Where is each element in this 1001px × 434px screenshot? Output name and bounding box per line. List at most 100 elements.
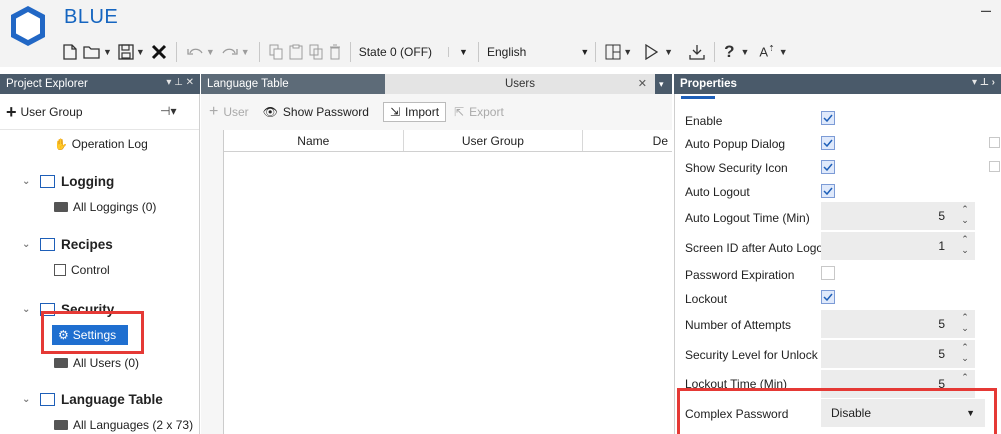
properties-panel: Enable Auto Popup Dialog Show Security I… [674,94,1001,434]
security-level-value: 5 [938,347,945,361]
spinner-arrows-icon[interactable]: ⌃ ⌄ [959,342,971,364]
open-file-button[interactable]: ▼ [80,40,115,64]
delete-button[interactable] [326,40,344,64]
toolbar-divider [595,42,597,62]
folder-icon [54,420,68,430]
save-icon [118,44,134,60]
help-button[interactable]: ? ▼ [721,40,752,64]
screen-id-stepper[interactable]: 1 ⌃ ⌄ [821,232,975,260]
layout-button[interactable]: ▼ [602,40,635,64]
folder-icon [54,202,68,212]
duplicate-icon [309,44,323,60]
panel-controls-icon[interactable]: ▾ ⊥ › [972,77,995,88]
add-user-group-label: User Group [20,104,83,119]
tree-label: Logging [61,174,115,189]
tab-list-button[interactable]: ▾ [655,74,672,94]
tree-label: All Languages (2 x 73) [73,418,194,432]
add-user-button[interactable]: + User [209,103,249,121]
export-button[interactable]: ⇱ Export [454,105,504,119]
close-project-button[interactable] [148,40,170,64]
prop-lockout-label: Lockout [685,292,728,306]
app-title: BLUE [64,6,119,28]
tab-close-icon[interactable]: ✕ [638,77,647,90]
security-level-stepper[interactable]: 5 ⌃ ⌄ [821,340,975,368]
run-button[interactable]: ▼ [641,40,676,64]
import-icon: ⇲ [389,105,401,119]
save-button[interactable]: ▼ [115,40,148,64]
prop-enable-label: Enable [685,114,723,128]
tree-item-all-users[interactable]: All Users (0) [54,356,139,370]
download-button[interactable] [686,40,708,64]
import-button[interactable]: ⇲ Import [382,102,447,122]
app-header: BLUE – ▼ ▼ ▼ ▼ State 0 (OFF) ▼ English ▼… [0,0,1001,67]
language-select[interactable]: English ▼ [477,42,590,62]
operation-log-icon: ✋ [54,138,68,151]
enable-checkbox[interactable] [821,111,835,125]
auto-popup-checkbox[interactable] [821,136,835,150]
spinner-arrows-icon[interactable]: ⌃ ⌄ [959,234,971,256]
number-of-attempts-stepper[interactable]: 5 ⌃ ⌄ [821,310,975,338]
tab-users[interactable]: Users ✕ [385,74,655,94]
logging-icon [40,175,55,188]
spinner-arrows-icon[interactable]: ⌃ ⌄ [959,312,971,334]
prop-auto-logout-time-label: Auto Logout Time (Min) [685,211,810,225]
spinner-arrows-icon[interactable]: ⌃ ⌄ [959,204,971,226]
app-logo-icon [8,4,48,48]
chevron-down-icon: ▼ [740,47,750,57]
copy-button[interactable] [266,40,286,64]
tree-item-all-languages[interactable]: All Languages (2 x 73) [54,418,193,432]
state-select[interactable]: State 0 (OFF) ▼ [349,42,468,62]
language-select-value: English [486,45,527,59]
copy-icon [269,44,283,60]
play-icon [645,44,659,60]
users-table: Name User Group De [223,130,672,434]
font-size-button[interactable]: A⇡ ▼ [756,40,790,64]
auto-logout-checkbox[interactable] [821,184,835,198]
undo-icon [187,48,203,55]
chevron-down-icon: ▼ [103,47,112,57]
main-toolbar: ▼ ▼ ▼ ▼ State 0 (OFF) ▼ English ▼ ▼ ▼ ? … [60,38,791,66]
tab-language-table[interactable]: Language Table [201,74,385,94]
tree-item-control[interactable]: Control [54,263,110,277]
undo-button[interactable]: ▼ [183,40,218,64]
column-header-user-group[interactable]: User Group [404,130,584,151]
column-header-name[interactable]: Name [224,130,404,151]
tree-item-recipes[interactable]: ⌄ Recipes [22,237,113,252]
paste-button[interactable] [286,40,306,64]
duplicate-button[interactable] [306,40,326,64]
show-security-icon-checkbox[interactable] [821,160,835,174]
folder-icon [54,358,68,368]
tree-item-all-loggings[interactable]: All Loggings (0) [54,200,156,214]
pin-icon: ⊣▾ [160,104,177,118]
settings-highlight-box [41,311,144,354]
auto-logout-time-stepper[interactable]: 5 ⌃ ⌄ [821,202,975,230]
state-select-value: State 0 (OFF) [358,45,433,59]
lockout-checkbox[interactable] [821,290,835,304]
redo-button[interactable]: ▼ [218,40,253,64]
users-table-header: Name User Group De [224,130,672,152]
password-expiration-checkbox[interactable] [821,266,835,280]
tree-label: Control [71,263,110,277]
panel-controls-icon[interactable]: ▾ ⊥ ✕ [166,77,194,88]
new-file-button[interactable] [60,40,80,64]
recipes-icon [40,238,55,251]
add-user-group-button[interactable]: + User Group [6,103,83,121]
tree-item-operation-log[interactable]: ✋ Operation Log [54,137,148,151]
show-security-extra-checkbox[interactable] [989,161,1000,172]
checkmark-icon [823,114,833,122]
project-explorer: + User Group ⊣▾ ✋ Operation Log ⌄ Loggin… [0,94,200,434]
auto-popup-extra-checkbox[interactable] [989,137,1000,148]
chevron-down-icon: ▼ [778,47,788,57]
tree-item-language-table[interactable]: ⌄ Language Table [22,392,163,407]
chevron-down-icon: ⌄ [22,304,31,315]
column-header-description[interactable]: De [583,130,672,151]
chevron-down-icon: ▼ [580,47,590,57]
language-table-icon [40,393,55,406]
show-password-button[interactable]: 👁 Show Password [263,105,369,119]
minimize-button[interactable]: – [981,0,991,21]
tab-users-label: Users [504,78,536,90]
number-of-attempts-value: 5 [938,317,945,331]
pin-button[interactable]: ⊣▾ [160,104,176,118]
tree-item-logging[interactable]: ⌄ Logging [22,174,114,189]
show-password-label: Show Password [282,105,369,119]
